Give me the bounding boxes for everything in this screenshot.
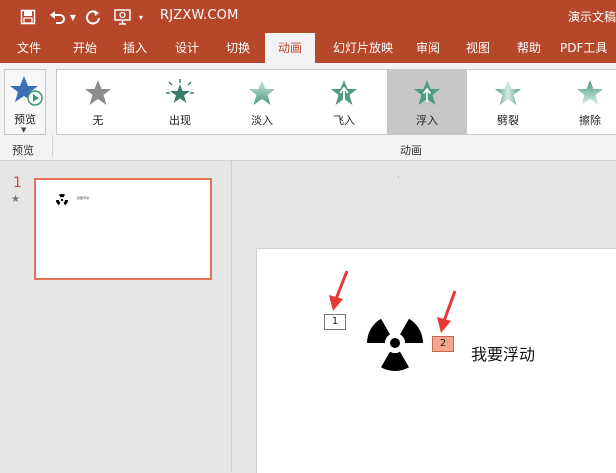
animation-label: 出现 [169,114,191,127]
preview-group-label: 预览 [12,144,34,157]
red-arrow-icon [437,290,457,333]
tab-review[interactable]: 审阅 [408,33,448,63]
ribbon: 预览 ▼ 预览 无 出现 淡入 飞入 浮入 劈裂 擦除 动画 [0,63,616,161]
slide-thumbnail[interactable]: 我要浮动 [34,178,212,280]
fly-in-star-icon [331,80,357,105]
animation-gallery: 无 出现 淡入 飞入 浮入 劈裂 擦除 [56,69,616,135]
appear-star-icon [166,79,194,103]
animation-tag-selected[interactable]: 2 [432,336,454,352]
animation-float-in[interactable]: 浮入 [387,70,467,134]
window-title: RJZXW.COM [160,8,239,23]
split-star-icon [495,80,521,105]
preview-label: 预览 [14,113,36,126]
tab-transitions[interactable]: 切换 [213,33,263,63]
radiation-icon [56,194,68,206]
preview-star-icon [10,76,43,106]
animation-label: 浮入 [416,114,438,127]
canvas-marker: · [397,173,400,183]
float-in-star-icon [414,80,440,105]
animation-fade[interactable]: 淡入 [231,70,293,134]
chevron-down-icon[interactable]: ▼ [21,126,26,134]
present-icon[interactable] [112,8,134,26]
save-icon[interactable] [18,8,38,26]
animation-group-label: 动画 [400,144,422,157]
animation-label: 劈裂 [497,114,519,127]
slides-pane: 1 ★ 我要浮动 [0,161,232,472]
group-divider [52,135,53,157]
tab-animations[interactable]: 动画 [265,33,315,63]
document-title: 演示文稿 [567,10,616,24]
animation-appear[interactable]: 出现 [149,70,211,134]
animation-split[interactable]: 劈裂 [477,70,539,134]
animation-label: 无 [92,114,104,127]
tab-help[interactable]: 帮助 [509,33,549,63]
editing-canvas: · 1 2 我要浮动 [232,161,616,473]
undo-icon[interactable] [48,8,68,26]
title-bar: ▼ ▾ RJZXW.COM 演示文稿 [0,0,616,33]
tab-file[interactable]: 文件 [4,33,54,63]
ribbon-tabs: 文件 开始 插入 设计 切换 动画 幻灯片放映 审阅 视图 帮助 PDF工具 [0,33,616,63]
tab-insert[interactable]: 插入 [110,33,160,63]
slide[interactable]: 1 2 我要浮动 [256,248,616,473]
tab-design[interactable]: 设计 [162,33,212,63]
animation-tag[interactable]: 1 [324,314,346,330]
tab-slideshow[interactable]: 幻灯片放映 [320,33,406,63]
animation-label: 飞入 [333,114,355,127]
animation-fly-in[interactable]: 飞入 [313,70,375,134]
animation-label: 淡入 [251,114,273,127]
tab-pdf-tools[interactable]: PDF工具 [560,33,616,63]
redo-icon[interactable] [84,8,102,26]
wipe-star-icon [577,80,603,105]
animation-wipe[interactable]: 擦除 [559,70,616,134]
customize-toolbar-icon[interactable]: ▾ [136,8,146,26]
red-arrow-icon [329,270,349,311]
slide-number: 1 [13,175,22,191]
animation-none[interactable]: 无 [67,70,129,134]
preview-button[interactable]: 预览 ▼ [4,69,46,135]
slide-text-box[interactable]: 我要浮动 [471,341,535,365]
undo-dropdown-icon[interactable]: ▼ [68,8,78,26]
tab-home[interactable]: 开始 [60,33,110,63]
animation-star-icon: ★ [11,194,20,205]
radiation-icon[interactable] [363,311,427,375]
thumbnail-text: 我要浮动 [77,196,90,200]
animation-label: 擦除 [579,114,601,127]
none-star-icon [85,80,111,105]
tab-view[interactable]: 视图 [458,33,498,63]
fade-star-icon [249,80,275,105]
